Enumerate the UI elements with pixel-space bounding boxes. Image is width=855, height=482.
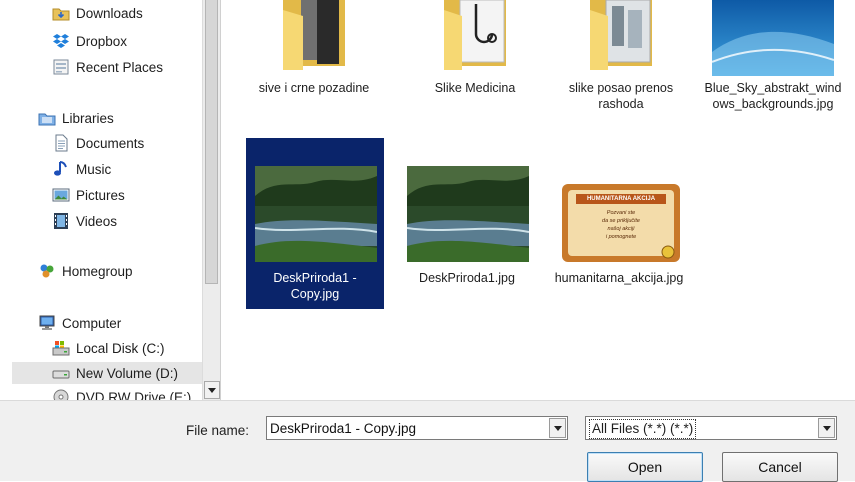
nav-item-music[interactable]: Music — [52, 158, 111, 180]
file-item-slike-posao-prenos-rashoda[interactable]: slike posao prenos rashoda — [552, 0, 690, 118]
file-item-deskpriroda1-copy[interactable]: DeskPriroda1 - Copy.jpg — [246, 138, 384, 309]
file-item-deskpriroda1[interactable]: DeskPriroda1.jpg — [406, 138, 544, 288]
drive-icon — [52, 364, 70, 382]
dvd-drive-icon — [52, 388, 70, 400]
dialog-footer: File name: All Files (*.*) (*.*) Open Ca… — [0, 400, 855, 482]
nav-item-new-volume-d[interactable]: New Volume (D:) — [12, 362, 202, 384]
recent-places-icon — [52, 58, 70, 76]
nav-item-dropbox[interactable]: Dropbox — [52, 30, 127, 52]
image-thumbnail — [407, 166, 529, 262]
nav-scrollbar[interactable] — [202, 0, 221, 400]
image-thumbnail — [255, 166, 377, 262]
file-item-sive-i-crne-pozadine[interactable]: sive i crne pozadine — [245, 0, 383, 110]
nav-item-homegroup[interactable]: Homegroup — [38, 260, 133, 282]
folder-icon — [590, 0, 652, 70]
dropbox-icon — [52, 32, 70, 50]
akcija-body-text: Pozvani ste da se priključite našoj akci… — [602, 210, 640, 240]
nav-scroll-down-button[interactable] — [204, 381, 220, 399]
documents-icon — [52, 134, 70, 152]
file-item-slike-medicina[interactable]: Slike Medicina — [406, 0, 544, 110]
nav-item-documents[interactable]: Documents — [52, 132, 144, 154]
file-name-dropdown-button[interactable] — [549, 418, 566, 438]
nav-item-libraries[interactable]: Libraries — [38, 107, 114, 129]
folder-icon — [444, 0, 506, 70]
local-disk-icon — [52, 339, 70, 357]
computer-icon — [38, 314, 56, 332]
nav-item-dvd-rw-drive-e[interactable]: DVD RW Drive (E:) — [52, 386, 191, 400]
file-name: humanitarna_akcija.jpg — [554, 271, 684, 285]
pictures-icon — [52, 186, 70, 204]
nav-scrollbar-thumb[interactable] — [205, 0, 218, 284]
file-name: DeskPriroda1.jpg — [419, 271, 515, 285]
file-name: sive i crne pozadine — [258, 81, 370, 95]
file-type-filter-value: All Files (*.*) (*.*) — [589, 419, 697, 439]
navigation-pane: Downloads Dropbox Recent Places Librarie… — [0, 0, 202, 400]
file-name-label: File name: — [186, 423, 250, 438]
image-thumbnail: HUMANITARNA AKCIJA Pozvani ste da se pri… — [560, 182, 682, 264]
chevron-down-icon — [822, 425, 831, 431]
file-item-humanitarna-akcija[interactable]: HUMANITARNA AKCIJA Pozvani ste da se pri… — [550, 138, 688, 308]
file-type-dropdown-button[interactable] — [818, 418, 835, 438]
image-thumbnail — [712, 0, 834, 76]
file-item-blue-sky-abstrakt[interactable]: Blue_Sky_abstrakt_windows_backgrounds.jp… — [704, 0, 842, 135]
file-name-input[interactable] — [270, 419, 540, 437]
music-icon — [52, 160, 70, 178]
videos-icon — [52, 212, 70, 230]
nav-item-local-disk-c[interactable]: Local Disk (C:) — [52, 337, 165, 359]
nav-item-computer[interactable]: Computer — [38, 312, 121, 334]
libraries-icon — [38, 109, 56, 127]
nav-item-downloads[interactable]: Downloads — [52, 2, 143, 24]
downloads-folder-icon — [52, 4, 70, 22]
file-name: slike posao prenos rashoda — [568, 81, 674, 111]
file-name-combobox[interactable] — [266, 416, 568, 440]
file-name: Slike Medicina — [434, 81, 516, 95]
nav-item-pictures[interactable]: Pictures — [52, 184, 125, 206]
file-name: DeskPriroda1 - Copy.jpg — [273, 271, 357, 301]
nav-item-recent-places[interactable]: Recent Places — [52, 56, 163, 78]
cancel-button[interactable]: Cancel — [722, 452, 838, 482]
chevron-down-icon — [553, 425, 562, 431]
folder-icon — [283, 0, 345, 70]
homegroup-icon — [38, 262, 56, 280]
file-type-filter-select[interactable]: All Files (*.*) (*.*) — [585, 416, 837, 440]
nav-item-videos[interactable]: Videos — [52, 210, 117, 232]
chevron-down-icon — [208, 387, 216, 393]
file-list: sive i crne pozadine Slike Medicina slik… — [221, 0, 855, 400]
file-name: Blue_Sky_abstrakt_windows_backgrounds.jp… — [704, 81, 842, 111]
open-button[interactable]: Open — [587, 452, 703, 482]
